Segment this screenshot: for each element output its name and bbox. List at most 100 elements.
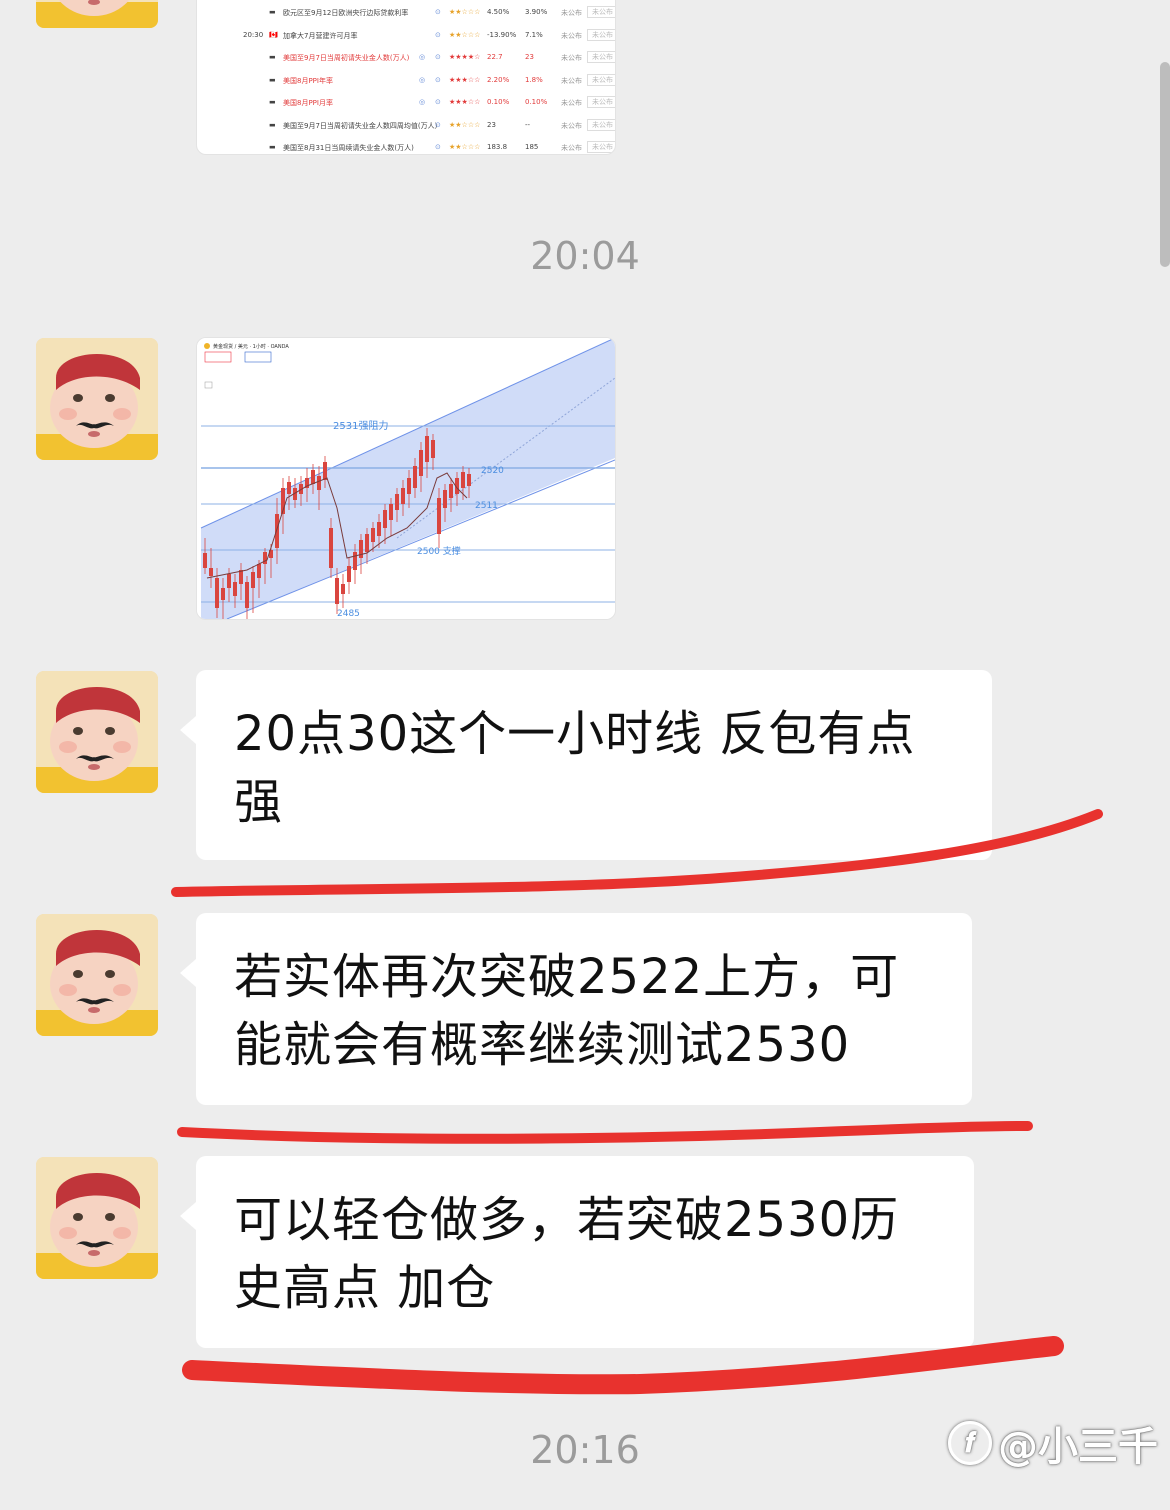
calendar-forecast: 23: [525, 53, 534, 61]
baby-face-icon: [36, 1157, 158, 1279]
candle-body: [311, 470, 315, 484]
alert-icon[interactable]: ⊙: [435, 53, 441, 61]
calendar-event: 美国至9月7日当周初请失业金人数四周均值(万人): [283, 121, 438, 130]
message-bubble[interactable]: 可以轻仓做多，若突破2530历 史高点 加仓: [180, 1156, 974, 1348]
alert-icon[interactable]: ⊙: [435, 31, 441, 39]
candle-body: [413, 466, 417, 488]
chart-image[interactable]: 黄金现货 / 美元 · 1小时 · OANDA 2531强阻力 2520 251…: [196, 337, 616, 620]
sell-button[interactable]: [204, 351, 232, 363]
candle-body: [335, 578, 339, 604]
baby-face-icon: [36, 671, 158, 793]
avatar[interactable]: [36, 914, 158, 1036]
candle-body: [431, 440, 435, 458]
flag-us-icon: ▬: [269, 120, 276, 129]
candle-body: [365, 534, 369, 552]
calendar-forecast: 3.90%: [525, 8, 548, 16]
calendar-row: ▬ 美国8月PPI年率 ◎ ⊙ ★★★☆☆ 2.20% 1.8% 未公布 未公布: [197, 69, 615, 91]
calendar-time: 20:30: [243, 30, 264, 39]
calendar-forecast: 0.10%: [525, 98, 548, 106]
candle-body: [443, 490, 447, 508]
candle-body: [227, 574, 231, 588]
candle-body: [437, 498, 441, 534]
calendar-action-button[interactable]: 未公布: [587, 118, 615, 131]
message-text: 可以轻仓做多，若突破2530历 史高点 加仓: [234, 1192, 900, 1316]
candle-body: [209, 568, 213, 576]
avatar[interactable]: [36, 338, 158, 460]
importance-stars: ★★☆☆☆: [449, 143, 481, 151]
info-icon[interactable]: ◎: [419, 53, 425, 61]
importance-stars: ★★☆☆☆: [449, 120, 481, 129]
candle-body: [467, 474, 471, 486]
calendar-forecast: 7.1%: [525, 30, 543, 39]
info-icon[interactable]: ◎: [419, 98, 425, 106]
chart-header: 黄金现货 / 美元 · 1小时 · OANDA: [213, 343, 289, 350]
baby-face-icon: [36, 338, 158, 460]
candle-body: [425, 436, 429, 462]
alert-icon[interactable]: ⊙: [435, 8, 441, 16]
message-bubble[interactable]: 20点30这个一小时线 反包有点 强: [180, 670, 992, 860]
alert-icon[interactable]: ⊙: [435, 121, 441, 129]
calendar-action-button[interactable]: 未公布: [587, 51, 615, 63]
calendar-forecast: 185: [525, 143, 539, 151]
watermark-text: @小三千: [998, 1424, 1158, 1470]
underline-stroke: [177, 1121, 1033, 1144]
calendar-previous: 0.10%: [487, 98, 510, 106]
calendar-previous: 22.7: [487, 53, 503, 61]
candle-body: [377, 522, 381, 536]
label-2520: 2520: [481, 466, 504, 476]
calendar-event: 美国至9月7日当周初请失业金人数(万人): [283, 54, 410, 62]
candle-body: [239, 570, 243, 584]
calendar-forecast: --: [525, 120, 531, 129]
avatar[interactable]: [36, 0, 158, 28]
avatar[interactable]: [36, 671, 158, 793]
calendar-actual: 未公布: [561, 76, 582, 85]
calendar-action-button[interactable]: 未公布: [587, 6, 615, 18]
calendar-previous: 2.20%: [487, 75, 510, 84]
candle-body: [347, 566, 351, 582]
candle-body: [461, 472, 465, 488]
collapse-icon[interactable]: [204, 381, 213, 389]
label-low: 2485: [337, 609, 360, 619]
calendar-action-button[interactable]: 未公布: [587, 141, 615, 153]
candle-body: [275, 514, 279, 548]
calendar-event: 美国8月PPI月率: [283, 99, 333, 107]
flag-us-icon: ▬: [269, 143, 276, 151]
calendar-previous: 23: [487, 120, 496, 129]
message-text: 20点30这个一小时线 反包有点 强: [234, 706, 916, 830]
avatar[interactable]: [36, 1157, 158, 1279]
calendar-event: 欧元区至9月12日欧洲央行边际贷款利率: [283, 9, 409, 17]
alert-icon[interactable]: ⊙: [435, 143, 441, 151]
candle-body: [395, 494, 399, 510]
candle-body: [245, 582, 249, 608]
calendar-row: ▬ 欧元区至9月12日欧洲央行边际贷款利率 ⊙ ★★☆☆☆ 4.50% 3.90…: [197, 1, 615, 23]
calendar-previous: 4.50%: [487, 8, 510, 16]
calendar-action-button[interactable]: 未公布: [587, 96, 615, 108]
calendar-action-button[interactable]: 未公布: [587, 73, 615, 86]
calendar-row: ▬ 美国至8月31日当周续请失业金人数(万人) ⊙ ★★☆☆☆ 183.8 18…: [197, 136, 615, 154]
flag-ca-icon: 🇨🇦: [269, 30, 278, 39]
underline-stroke: [182, 1336, 1064, 1395]
candle-body: [257, 564, 261, 578]
importance-stars: ★★☆☆☆: [449, 8, 481, 16]
info-icon[interactable]: ◎: [419, 76, 425, 84]
calendar-image[interactable]: ▬ 欧元区至9月12日欧洲央行边际贷款利率 ⊙ ★★☆☆☆ 4.50% 3.90…: [196, 0, 616, 155]
calendar-event: 美国至8月31日当周续请失业金人数(万人): [283, 144, 414, 152]
candle-body: [419, 450, 423, 476]
calendar-event: 美国8月PPI年率: [283, 76, 333, 85]
buy-button[interactable]: [244, 351, 272, 363]
message-bubble[interactable]: 若实体再次突破2522上方，可 能就会有概率继续测试2530: [180, 913, 972, 1105]
alert-icon[interactable]: ⊙: [435, 76, 441, 84]
candle-body: [383, 510, 387, 528]
toutiao-logo-icon: 𝒇: [948, 1421, 992, 1465]
candle-body: [371, 528, 375, 542]
alert-icon[interactable]: ⊙: [435, 98, 441, 106]
calendar-action-button[interactable]: 未公布: [587, 28, 615, 41]
calendar-previous: -13.90%: [487, 30, 517, 39]
label-support: 2500 支撑: [417, 545, 461, 557]
timestamp: 20:04: [530, 234, 640, 278]
calendar-row: ▬ 美国至9月7日当周初请失业金人数四周均值(万人) ⊙ ★★☆☆☆ 23 --…: [197, 114, 615, 136]
candle-body: [233, 582, 237, 596]
candle-body: [215, 578, 219, 608]
importance-stars: ★★★★☆: [449, 53, 481, 61]
candle-body: [221, 588, 225, 600]
